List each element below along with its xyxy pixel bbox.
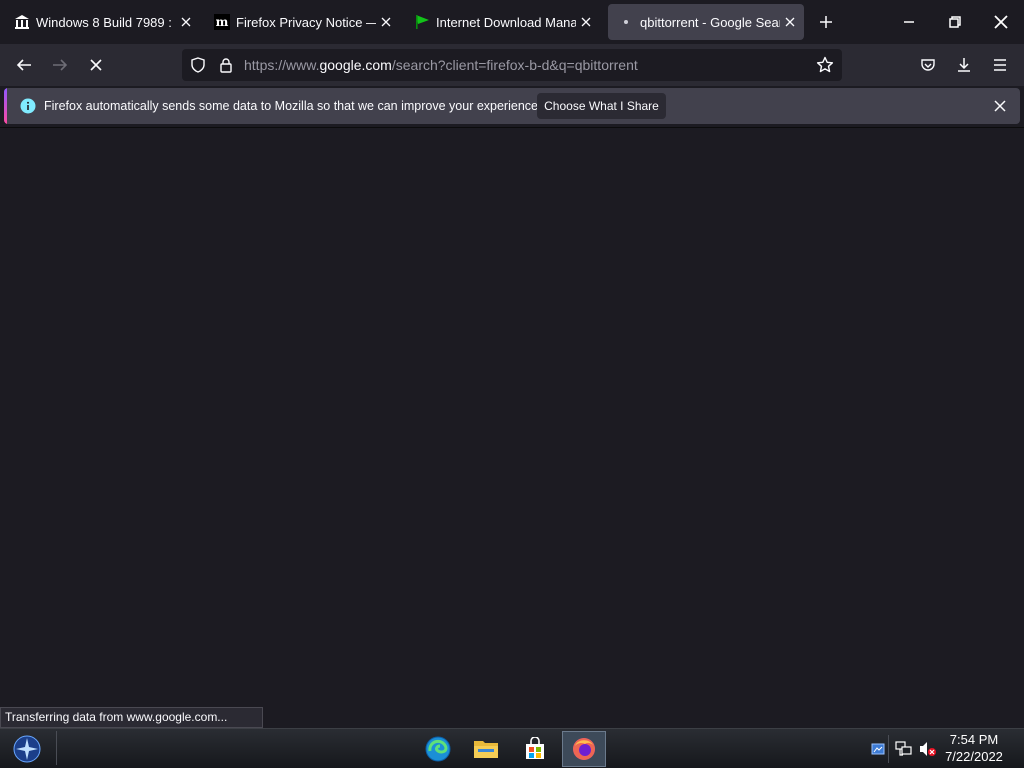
- url-host: google.com: [319, 57, 392, 73]
- back-button[interactable]: [8, 49, 40, 81]
- edge-icon: [425, 736, 451, 762]
- green-flag-icon: [414, 14, 430, 30]
- downloads-button[interactable]: [948, 49, 980, 81]
- close-tab-icon[interactable]: [780, 17, 800, 27]
- start-orb-icon: [13, 735, 41, 763]
- hamburger-menu-icon: [994, 59, 1006, 71]
- close-tab-icon[interactable]: [576, 17, 596, 27]
- network-icon[interactable]: [894, 739, 914, 759]
- minimize-button[interactable]: [886, 0, 932, 44]
- tab-title: Firefox Privacy Notice — M: [236, 14, 376, 30]
- tracking-protection-icon[interactable]: [190, 57, 206, 73]
- store-taskbar-button[interactable]: [513, 731, 557, 767]
- start-button[interactable]: [4, 731, 50, 767]
- tab-title: qbittorrent - Google Searc: [640, 14, 780, 30]
- close-tab-icon[interactable]: [376, 17, 396, 27]
- page-content-area[interactable]: [0, 128, 1024, 728]
- tab-title: Windows 8 Build 7989 : Mic: [36, 14, 176, 30]
- choose-what-i-share-button[interactable]: Choose What I Share: [537, 93, 666, 119]
- minimize-icon: [904, 21, 914, 23]
- url-prefix: https://www.: [244, 57, 320, 73]
- stop-icon: [90, 59, 102, 71]
- tab-bar: Windows 8 Build 7989 : Mic m Firefox Pri…: [0, 0, 1024, 44]
- notification-accent-stripe: [4, 88, 7, 124]
- clock-time: 7:54 PM: [949, 732, 999, 747]
- forward-arrow-icon: [53, 59, 68, 71]
- close-tab-icon[interactable]: [176, 17, 196, 27]
- tab-privacy-notice[interactable]: m Firefox Privacy Notice — M: [204, 4, 400, 40]
- archive-icon: [14, 14, 30, 30]
- svg-text:m: m: [216, 15, 229, 29]
- close-window-button[interactable]: [978, 0, 1024, 44]
- url-text: https://www.google.com/search?client=fir…: [244, 57, 638, 73]
- restore-button[interactable]: [932, 0, 978, 44]
- pocket-button[interactable]: [912, 49, 944, 81]
- menu-button[interactable]: [984, 49, 1016, 81]
- restore-icon: [949, 16, 961, 28]
- file-explorer-icon: [474, 741, 498, 758]
- firefox-icon: [573, 738, 595, 760]
- bookmark-star-icon[interactable]: [816, 56, 834, 74]
- stop-button[interactable]: [80, 49, 112, 81]
- pocket-icon: [921, 59, 935, 71]
- file-explorer-taskbar-button[interactable]: [464, 731, 508, 767]
- close-icon: [994, 15, 1008, 29]
- info-icon: [20, 98, 36, 114]
- plus-icon: [820, 16, 832, 28]
- tab-qbittorrent-search[interactable]: qbittorrent - Google Searc: [608, 4, 804, 40]
- url-bar[interactable]: https://www.google.com/search?client=fir…: [182, 49, 842, 81]
- volume-muted-icon[interactable]: [918, 739, 938, 759]
- tray-app-icon[interactable]: [868, 739, 888, 759]
- status-panel: Transferring data from www.google.com...: [0, 707, 263, 728]
- tab-title: Internet Download Manage: [436, 14, 576, 30]
- mozilla-icon: m: [214, 14, 230, 30]
- tab-windows8[interactable]: Windows 8 Build 7989 : Mic: [4, 4, 200, 40]
- loading-dot-icon: [618, 14, 634, 30]
- data-collection-notification: Firefox automatically sends some data to…: [4, 88, 1020, 124]
- lock-icon[interactable]: [218, 57, 234, 73]
- navigation-toolbar: https://www.google.com/search?client=fir…: [0, 44, 1024, 86]
- url-path: /search?client=firefox-b-d&q=qbittorrent: [391, 57, 638, 73]
- taskbar-clock[interactable]: 7:54 PM 7/22/2022: [942, 731, 1006, 765]
- download-icon: [958, 58, 970, 72]
- new-tab-button[interactable]: [812, 8, 840, 36]
- taskbar: 7:54 PM 7/22/2022: [0, 728, 1024, 768]
- tab-idm[interactable]: Internet Download Manage: [404, 4, 600, 40]
- edge-taskbar-button[interactable]: [416, 731, 460, 767]
- taskbar-separator: [56, 731, 57, 765]
- back-arrow-icon: [16, 59, 31, 71]
- notification-message: Firefox automatically sends some data to…: [44, 99, 542, 113]
- clock-date: 7/22/2022: [945, 749, 1003, 764]
- forward-button[interactable]: [44, 49, 76, 81]
- tray-separator: [888, 735, 889, 763]
- firefox-taskbar-button[interactable]: [562, 731, 606, 767]
- store-icon: [526, 737, 544, 759]
- close-notification-icon[interactable]: [990, 96, 1010, 116]
